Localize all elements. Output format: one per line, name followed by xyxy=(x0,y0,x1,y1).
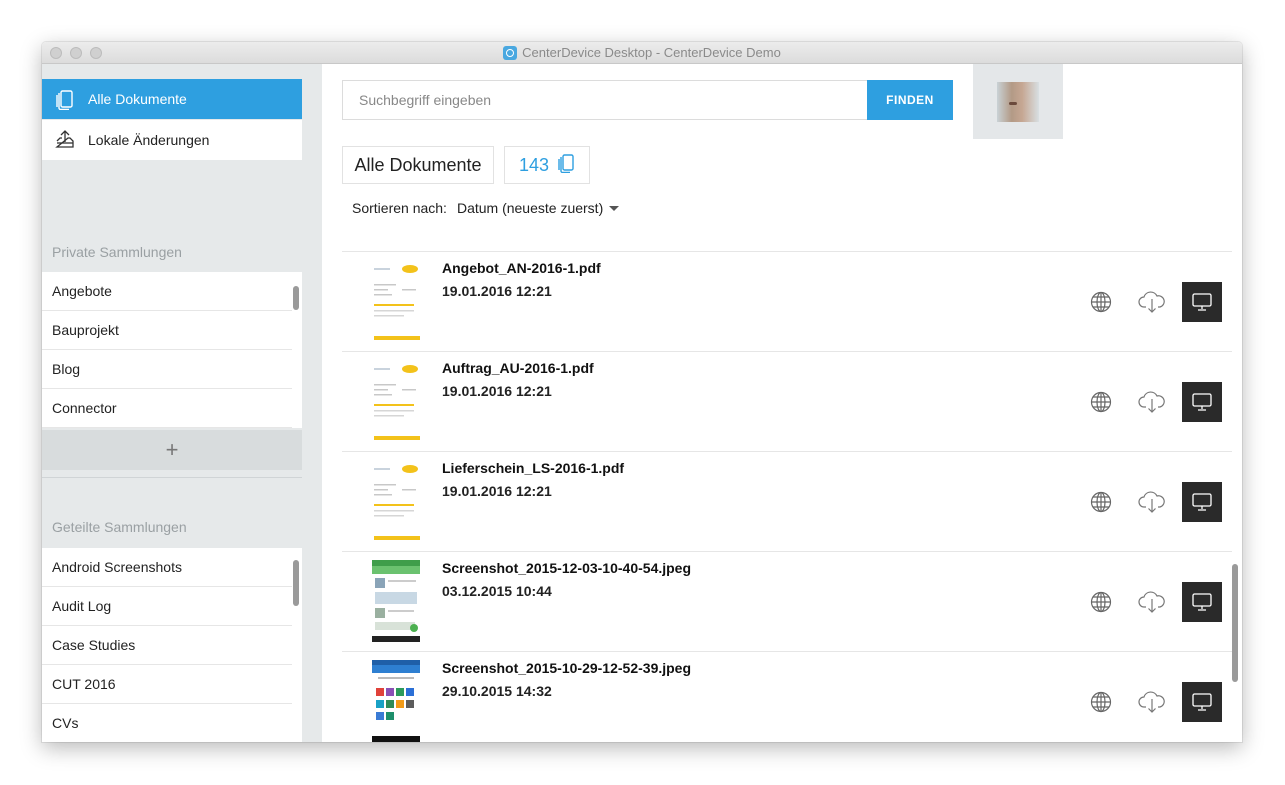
document-date: 19.01.2016 12:21 xyxy=(442,383,552,399)
cloud-download-icon xyxy=(1138,591,1165,613)
share-link-button[interactable] xyxy=(1081,682,1121,722)
user-panel xyxy=(973,64,1063,139)
globe-icon xyxy=(1090,691,1112,713)
document-name[interactable]: Auftrag_AU-2016-1.pdf xyxy=(442,360,594,376)
document-count: 143 xyxy=(504,146,590,184)
upload-tray-icon xyxy=(54,129,76,151)
collection-item[interactable]: Blog xyxy=(42,350,292,389)
sidebar: Alle Dokumente Lokale Änderungen Private… xyxy=(42,64,322,742)
download-button[interactable] xyxy=(1132,482,1172,522)
share-link-button[interactable] xyxy=(1081,382,1121,422)
window-controls xyxy=(50,47,102,59)
document-row[interactable]: Auftrag_AU-2016-1.pdf 19.01.2016 12:21 xyxy=(342,351,1232,451)
collection-item[interactable]: Connector xyxy=(42,389,292,428)
find-button[interactable]: FINDEN xyxy=(867,80,953,120)
document-count-value: 143 xyxy=(518,154,550,175)
share-link-button[interactable] xyxy=(1081,482,1121,522)
document-row[interactable]: Angebot_AN-2016-1.pdf 19.01.2016 12:21 xyxy=(342,251,1232,351)
nav-local-changes[interactable]: Lokale Änderungen xyxy=(42,120,302,160)
documents-icon xyxy=(54,88,76,110)
title-bar: CenterDevice Desktop - CenterDevice Demo xyxy=(42,42,1242,64)
cloud-download-icon xyxy=(1138,291,1165,313)
document-thumbnail xyxy=(372,560,420,642)
share-link-button[interactable] xyxy=(1081,582,1121,622)
open-desktop-button[interactable] xyxy=(1182,482,1222,522)
search-input[interactable] xyxy=(342,80,868,120)
monitor-icon xyxy=(1192,593,1212,611)
download-button[interactable] xyxy=(1132,282,1172,322)
window-title: CenterDevice Desktop - CenterDevice Demo xyxy=(522,45,781,60)
document-row[interactable]: Screenshot_2015-10-29-12-52-39.jpeg 29.1… xyxy=(342,651,1232,742)
cloud-download-icon xyxy=(1138,391,1165,413)
collection-item[interactable]: Android Screenshots xyxy=(42,548,292,587)
collection-item[interactable]: CVs xyxy=(42,704,292,742)
monitor-icon xyxy=(1192,393,1212,411)
sidebar-divider xyxy=(42,477,302,478)
open-desktop-button[interactable] xyxy=(1182,282,1222,322)
window-title-wrap: CenterDevice Desktop - CenterDevice Demo xyxy=(503,45,781,60)
shared-collections-title: Geteilte Sammlungen xyxy=(52,519,187,535)
main-scrollbar[interactable] xyxy=(1232,564,1238,682)
sort-label: Sortieren nach: xyxy=(352,200,447,216)
collection-item[interactable]: Case Studies xyxy=(42,626,292,665)
nav-local-changes-label: Lokale Änderungen xyxy=(88,132,210,148)
globe-icon xyxy=(1090,291,1112,313)
download-button[interactable] xyxy=(1132,382,1172,422)
close-window-button[interactable] xyxy=(50,47,62,59)
sort-dropdown-value: Datum (neueste zuerst) xyxy=(456,200,604,216)
document-row[interactable]: Lieferschein_LS-2016-1.pdf 19.01.2016 12… xyxy=(342,451,1232,551)
document-name[interactable]: Screenshot_2015-10-29-12-52-39.jpeg xyxy=(442,660,691,676)
document-thumbnail xyxy=(372,260,420,342)
cloud-download-icon xyxy=(1138,691,1165,713)
share-link-button[interactable] xyxy=(1081,282,1121,322)
cloud-download-icon xyxy=(1138,491,1165,513)
monitor-icon xyxy=(1192,293,1212,311)
document-date: 29.10.2015 14:32 xyxy=(442,683,552,699)
private-collections-list: Angebote Bauprojekt Blog Connector xyxy=(42,272,302,428)
monitor-icon xyxy=(1192,693,1212,711)
main-content: FINDEN Alle Dokumente 143 Sortieren nach… xyxy=(322,64,1242,742)
sort-control: Sortieren nach: Datum (neueste zuerst) xyxy=(352,200,620,216)
document-name[interactable]: Angebot_AN-2016-1.pdf xyxy=(442,260,601,276)
download-button[interactable] xyxy=(1132,682,1172,722)
documents-icon xyxy=(557,153,575,178)
page-title: Alle Dokumente xyxy=(342,146,494,184)
document-thumbnail xyxy=(372,660,420,742)
document-date: 19.01.2016 12:21 xyxy=(442,283,552,299)
globe-icon xyxy=(1090,391,1112,413)
open-desktop-button[interactable] xyxy=(1182,582,1222,622)
nav-all-documents-label: Alle Dokumente xyxy=(88,91,187,107)
add-collection-button[interactable]: + xyxy=(42,430,302,470)
globe-icon xyxy=(1090,491,1112,513)
collection-item[interactable]: CUT 2016 xyxy=(42,665,292,704)
open-desktop-button[interactable] xyxy=(1182,382,1222,422)
private-collections-title: Private Sammlungen xyxy=(52,244,182,260)
zoom-window-button[interactable] xyxy=(90,47,102,59)
private-list-scrollbar[interactable] xyxy=(293,286,299,310)
document-row[interactable]: Screenshot_2015-12-03-10-40-54.jpeg 03.1… xyxy=(342,551,1232,651)
minimize-window-button[interactable] xyxy=(70,47,82,59)
document-date: 19.01.2016 12:21 xyxy=(442,483,552,499)
download-button[interactable] xyxy=(1132,582,1172,622)
collection-item[interactable]: Bauprojekt xyxy=(42,311,292,350)
nav-all-documents[interactable]: Alle Dokumente xyxy=(42,79,302,119)
shared-list-scrollbar[interactable] xyxy=(293,560,299,606)
document-name[interactable]: Lieferschein_LS-2016-1.pdf xyxy=(442,460,624,476)
plus-icon: + xyxy=(165,437,179,462)
chevron-down-icon xyxy=(609,205,620,211)
document-thumbnail xyxy=(372,360,420,442)
avatar[interactable] xyxy=(997,82,1039,122)
sort-dropdown[interactable]: Datum (neueste zuerst) xyxy=(456,200,620,216)
collection-item[interactable]: Angebote xyxy=(42,272,292,311)
app-window: CenterDevice Desktop - CenterDevice Demo… xyxy=(42,42,1242,742)
document-date: 03.12.2015 10:44 xyxy=(442,583,552,599)
open-desktop-button[interactable] xyxy=(1182,682,1222,722)
collection-item[interactable]: Audit Log xyxy=(42,587,292,626)
document-name[interactable]: Screenshot_2015-12-03-10-40-54.jpeg xyxy=(442,560,691,576)
shared-collections-list: Android Screenshots Audit Log Case Studi… xyxy=(42,548,302,742)
document-thumbnail xyxy=(372,460,420,542)
globe-icon xyxy=(1090,591,1112,613)
app-logo-icon xyxy=(503,45,518,60)
monitor-icon xyxy=(1192,493,1212,511)
